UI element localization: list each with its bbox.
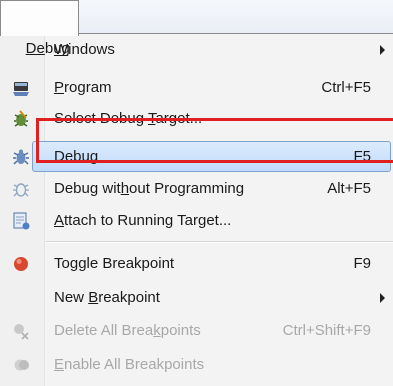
- breakpoint-icon: [14, 257, 28, 271]
- menu-bar: Debug Tools Window Help: [0, 0, 393, 57]
- shortcut-delete-all-breakpoints: Ctrl+Shift+F9: [282, 322, 371, 339]
- menu-debug[interactable]: Debug: [0, 0, 79, 57]
- menu-item-toggle-breakpoint-label: Toggle Breakpoint: [54, 255, 175, 272]
- debug-target-icon: [14, 110, 28, 127]
- menu-item-attach-label: Attach to Running Target...: [54, 212, 232, 229]
- shortcut-program: Ctrl+F5: [321, 79, 371, 96]
- menu-item-enable-all-breakpoints[interactable]: Enable All Breakpoints: [0, 349, 393, 380]
- submenu-arrow-icon: [380, 45, 385, 55]
- delete-breakpoints-icon: [14, 324, 29, 340]
- debug-dropdown-menu: Windows Program Ctrl+F5 Select Debug Tar…: [0, 33, 393, 386]
- menu-item-debug-without-programming[interactable]: Debug without Programming Alt+F5: [0, 173, 393, 204]
- menu-item-enable-all-breakpoints-label: Enable All Breakpoints: [54, 356, 205, 373]
- menu-item-toggle-breakpoint[interactable]: Toggle Breakpoint F9: [0, 248, 393, 279]
- menu-item-debug-label: Debug: [54, 148, 99, 165]
- bug-icon: [13, 149, 29, 165]
- menu-debug-label: bug: [44, 40, 70, 57]
- menu-tools[interactable]: Tools: [80, 0, 147, 56]
- attach-icon: [13, 212, 30, 230]
- menu-debug-accel: De: [25, 40, 45, 57]
- menu-item-delete-all-breakpoints[interactable]: Delete All Breakpoints Ctrl+Shift+F9: [0, 315, 393, 346]
- shortcut-debug-without-programming: Alt+F5: [327, 180, 371, 197]
- menu-item-debug-without-programming-label: Debug without Programming: [54, 180, 245, 197]
- menu-item-delete-all-breakpoints-label: Delete All Breakpoints: [54, 322, 201, 339]
- submenu-arrow-icon: [380, 293, 385, 303]
- menu-item-select-debug-target-label: Select Debug Target...: [54, 110, 203, 127]
- enable-breakpoints-icon: [14, 359, 29, 371]
- bug-outline-icon: [13, 183, 29, 197]
- shortcut-debug: F5: [353, 148, 371, 165]
- menu-item-debug[interactable]: Debug F5: [0, 141, 393, 172]
- menu-item-new-breakpoint-label: New Breakpoint: [54, 289, 160, 306]
- menu-window[interactable]: Window: [148, 0, 234, 56]
- menu-item-program[interactable]: Program Ctrl+F5: [0, 72, 393, 103]
- menu-separator: [46, 241, 393, 243]
- menu-item-select-debug-target[interactable]: Select Debug Target...: [0, 103, 393, 134]
- menu-item-program-label: Program: [54, 79, 112, 96]
- shortcut-toggle-breakpoint: F9: [353, 255, 371, 272]
- menu-help[interactable]: Help: [230, 0, 294, 56]
- menu-item-attach-to-running-target[interactable]: Attach to Running Target...: [0, 205, 393, 236]
- menu-item-new-breakpoint[interactable]: New Breakpoint: [0, 282, 393, 313]
